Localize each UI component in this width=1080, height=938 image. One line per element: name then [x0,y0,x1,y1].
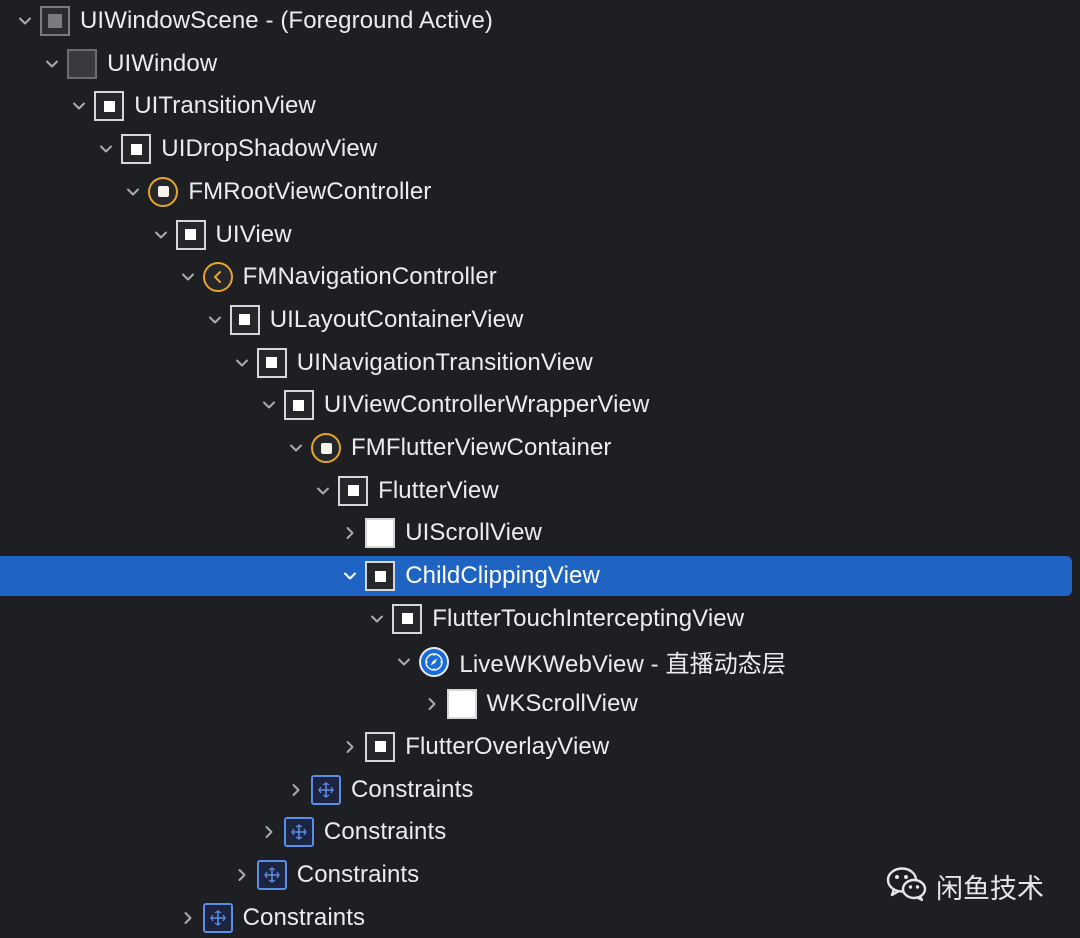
chevron-down-icon[interactable] [177,257,199,297]
scene-icon [40,6,70,36]
chevron-right-icon[interactable] [339,727,361,767]
constraints-icon [256,860,287,890]
chevron-down-icon[interactable] [41,44,63,84]
view-icon [392,603,423,634]
wechat-icon [886,866,928,907]
tree-row-label: UILayoutContainerView [269,305,524,333]
chevron-down-icon[interactable] [231,343,253,383]
chevron-down-icon[interactable] [258,385,280,425]
tree-row-label: FlutterTouchInterceptingView [432,604,745,632]
view-hierarchy-tree: UIWindowScene - (Foreground Active) UIWin… [0,0,1080,935]
tree-row[interactable]: FlutterTouchInterceptingView [0,599,1080,639]
view-icon [365,731,396,762]
tree-row[interactable]: FlutterView [0,471,1080,511]
chevron-right-icon[interactable] [421,684,443,724]
filled-view-icon [446,689,477,720]
chevron-down-icon[interactable] [122,172,144,212]
chevron-down-icon[interactable] [14,1,36,41]
tree-row[interactable]: ChildClippingView [0,556,1072,597]
view-icon [94,91,125,122]
view-icon [283,390,314,421]
chevron-down-icon[interactable] [150,215,172,255]
tree-row-label: Constraints [351,775,474,803]
chevron-down-icon[interactable] [393,642,415,682]
webview-icon [419,646,450,677]
tree-row-label: WKScrollView [486,690,638,718]
tree-row-label: ChildClippingView [405,562,600,590]
tree-row-label: Constraints [296,861,420,888]
chevron-down-icon[interactable] [366,599,388,639]
tree-row[interactable]: WKScrollView [0,684,1080,724]
chevron-down-icon[interactable] [339,556,361,596]
tree-row[interactable]: UILayoutContainerView [0,300,1080,340]
tree-row-label: FlutterOverlayView [405,732,610,760]
view-icon [229,304,260,335]
tree-row[interactable]: FMNavigationController [0,257,1080,297]
tree-row[interactable]: UIScrollView [0,513,1080,553]
constraints-icon [202,902,233,933]
view-icon [256,347,287,378]
chevron-down-icon[interactable] [95,129,117,169]
tree-row[interactable]: UIView [0,215,1080,255]
chevron-down-icon[interactable] [204,300,226,340]
tree-row-label: FMFlutterViewContainer [351,434,612,461]
chevron-down-icon[interactable] [285,428,307,468]
chevron-right-icon[interactable] [231,855,253,895]
tree-row[interactable]: FlutterOverlayView [0,727,1080,767]
chevron-right-icon[interactable] [339,513,361,553]
tree-row[interactable]: FMFlutterViewContainer [0,428,1080,468]
tree-row-label: Constraints [242,903,366,931]
view-icon [175,219,206,250]
tree-row[interactable]: FMRootViewController [0,172,1080,212]
watermark-text: 闲鱼技术 [936,874,1044,905]
constraints-icon [283,817,314,848]
tree-row-label: UIDropShadowView [161,135,378,163]
constraints-icon [311,774,341,805]
chevron-down-icon[interactable] [68,86,90,126]
chevron-down-icon[interactable] [312,471,334,511]
tree-row[interactable]: UIDropShadowView [0,129,1080,169]
tree-row-label: FMNavigationController [242,263,497,291]
tree-row-label: FlutterView [378,476,499,504]
view-icon [121,134,152,165]
tree-row-label: UINavigationTransitionView [296,348,593,376]
tree-row-label: UIWindow [107,49,218,77]
view-icon [365,561,396,592]
filled-view-icon [365,518,396,549]
tree-row[interactable]: UINavigationTransitionView [0,343,1080,383]
tree-row[interactable]: UITransitionView [0,86,1080,126]
tree-row-label: UITransitionView [134,92,316,120]
view-icon [338,475,369,506]
tree-row-label: Constraints [323,818,447,846]
chevron-right-icon[interactable] [177,898,199,938]
tree-row-label: FMRootViewController [188,177,432,205]
chevron-right-icon[interactable] [285,770,307,810]
tree-row[interactable]: LiveWKWebView - 直播动态层 [0,642,1080,682]
tree-row-label: UIViewControllerWrapperView [323,391,650,419]
tree-row[interactable]: Constraints [0,812,1080,852]
tree-row[interactable]: UIViewControllerWrapperView [0,385,1080,425]
watermark: 闲鱼技术 [886,866,1044,907]
view-controller-icon [311,433,341,463]
tree-row-label: UIScrollView [405,519,542,547]
window-icon [67,48,98,79]
view-controller-icon [148,176,179,207]
tree-row[interactable]: UIWindow [0,44,1080,84]
tree-row[interactable]: UIWindowScene - (Foreground Active) [0,1,1080,41]
tree-row-label: UIView [215,220,292,248]
chevron-right-icon[interactable] [258,812,280,852]
navigation-controller-icon [202,262,233,293]
tree-row[interactable]: Constraints [0,770,1080,810]
tree-row-label: UIWindowScene - (Foreground Active) [80,7,493,34]
tree-row-label: LiveWKWebView - 直播动态层 [459,651,787,678]
